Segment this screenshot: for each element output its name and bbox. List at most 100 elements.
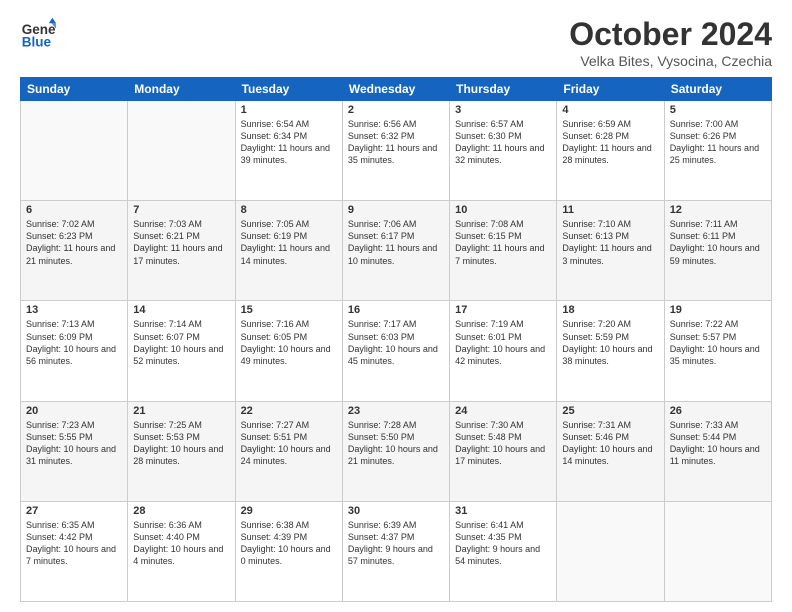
week-row-4: 20Sunrise: 7:23 AM Sunset: 5:55 PM Dayli… [21, 401, 772, 501]
day-info: Sunrise: 6:56 AM Sunset: 6:32 PM Dayligh… [348, 118, 444, 167]
day-info: Sunrise: 6:39 AM Sunset: 4:37 PM Dayligh… [348, 519, 444, 568]
day-number: 21 [133, 405, 229, 417]
calendar-cell: 27 Sunrise: 6:35 AM Sunset: 4:42 PM Dayli… [21, 501, 128, 601]
week-row-5: 27 Sunrise: 6:35 AM Sunset: 4:42 PM Dayli… [21, 501, 772, 601]
title-block: October 2024 Velka Bites, Vysocina, Czec… [569, 16, 772, 69]
day-info: Sunrise: 7:31 AM Sunset: 5:46 PM Dayligh… [562, 419, 658, 468]
header-sunday: Sunday [21, 78, 128, 101]
calendar-cell: 13 Sunrise: 7:13 AM Sunset: 6:09 PM Dayli… [21, 301, 128, 401]
day-number: 5 [670, 104, 766, 116]
calendar-cell: 23Sunrise: 7:28 AM Sunset: 5:50 PM Dayli… [342, 401, 449, 501]
day-number: 6 [26, 204, 122, 216]
location: Velka Bites, Vysocina, Czechia [569, 53, 772, 69]
day-number: 3 [455, 104, 551, 116]
calendar-cell: 11 Sunrise: 7:10 AM Sunset: 6:13 PM Dayli… [557, 201, 664, 301]
calendar-cell [664, 501, 771, 601]
calendar-cell: 9 Sunrise: 7:06 AM Sunset: 6:17 PM Daylig… [342, 201, 449, 301]
day-info: Sunrise: 7:22 AM Sunset: 5:57 PM Dayligh… [670, 318, 766, 367]
day-number: 17 [455, 304, 551, 316]
day-number: 15 [241, 304, 337, 316]
day-number: 11 [562, 204, 658, 216]
calendar-cell: 14 Sunrise: 7:14 AM Sunset: 6:07 PM Dayli… [128, 301, 235, 401]
day-info: Sunrise: 7:14 AM Sunset: 6:07 PM Dayligh… [133, 318, 229, 367]
day-info: Sunrise: 7:11 AM Sunset: 6:11 PM Dayligh… [670, 218, 766, 267]
day-number: 27 [26, 505, 122, 517]
calendar-cell: 1Sunrise: 6:54 AM Sunset: 6:34 PM Daylig… [235, 101, 342, 201]
calendar-cell: 20Sunrise: 7:23 AM Sunset: 5:55 PM Dayli… [21, 401, 128, 501]
calendar-cell: 12 Sunrise: 7:11 AM Sunset: 6:11 PM Dayli… [664, 201, 771, 301]
header-saturday: Saturday [664, 78, 771, 101]
logo: General Blue [20, 16, 56, 52]
header-wednesday: Wednesday [342, 78, 449, 101]
page: General Blue October 2024 Velka Bites, V… [0, 0, 792, 612]
day-number: 19 [670, 304, 766, 316]
day-number: 30 [348, 505, 444, 517]
week-row-1: 1Sunrise: 6:54 AM Sunset: 6:34 PM Daylig… [21, 101, 772, 201]
svg-text:Blue: Blue [22, 35, 52, 50]
day-number: 14 [133, 304, 229, 316]
header: General Blue October 2024 Velka Bites, V… [20, 16, 772, 69]
day-info: Sunrise: 6:57 AM Sunset: 6:30 PM Dayligh… [455, 118, 551, 167]
calendar-cell [21, 101, 128, 201]
day-info: Sunrise: 6:35 AM Sunset: 4:42 PM Dayligh… [26, 519, 122, 568]
day-info: Sunrise: 6:38 AM Sunset: 4:39 PM Dayligh… [241, 519, 337, 568]
day-number: 31 [455, 505, 551, 517]
calendar-cell [128, 101, 235, 201]
day-number: 22 [241, 405, 337, 417]
day-number: 16 [348, 304, 444, 316]
day-info: Sunrise: 7:03 AM Sunset: 6:21 PM Dayligh… [133, 218, 229, 267]
calendar-cell: 17 Sunrise: 7:19 AM Sunset: 6:01 PM Dayli… [450, 301, 557, 401]
header-tuesday: Tuesday [235, 78, 342, 101]
day-info: Sunrise: 7:06 AM Sunset: 6:17 PM Dayligh… [348, 218, 444, 267]
day-info: Sunrise: 7:13 AM Sunset: 6:09 PM Dayligh… [26, 318, 122, 367]
week-row-2: 6 Sunrise: 7:02 AM Sunset: 6:23 PM Daylig… [21, 201, 772, 301]
calendar-cell: 19 Sunrise: 7:22 AM Sunset: 5:57 PM Dayli… [664, 301, 771, 401]
calendar-cell: 26Sunrise: 7:33 AM Sunset: 5:44 PM Dayli… [664, 401, 771, 501]
calendar-cell: 30 Sunrise: 6:39 AM Sunset: 4:37 PM Dayli… [342, 501, 449, 601]
day-number: 9 [348, 204, 444, 216]
day-info: Sunrise: 6:54 AM Sunset: 6:34 PM Dayligh… [241, 118, 337, 167]
day-info: Sunrise: 7:02 AM Sunset: 6:23 PM Dayligh… [26, 218, 122, 267]
calendar-cell: 18 Sunrise: 7:20 AM Sunset: 5:59 PM Dayli… [557, 301, 664, 401]
day-info: Sunrise: 7:08 AM Sunset: 6:15 PM Dayligh… [455, 218, 551, 267]
calendar-cell: 10 Sunrise: 7:08 AM Sunset: 6:15 PM Dayli… [450, 201, 557, 301]
calendar-cell: 22 Sunrise: 7:27 AM Sunset: 5:51 PM Dayli… [235, 401, 342, 501]
day-number: 28 [133, 505, 229, 517]
day-number: 13 [26, 304, 122, 316]
month-title: October 2024 [569, 16, 772, 53]
day-number: 12 [670, 204, 766, 216]
calendar-cell: 2 Sunrise: 6:56 AM Sunset: 6:32 PM Daylig… [342, 101, 449, 201]
header-thursday: Thursday [450, 78, 557, 101]
day-number: 8 [241, 204, 337, 216]
day-number: 29 [241, 505, 337, 517]
header-friday: Friday [557, 78, 664, 101]
day-info: Sunrise: 7:27 AM Sunset: 5:51 PM Dayligh… [241, 419, 337, 468]
header-monday: Monday [128, 78, 235, 101]
day-info: Sunrise: 7:20 AM Sunset: 5:59 PM Dayligh… [562, 318, 658, 367]
calendar-cell: 3 Sunrise: 6:57 AM Sunset: 6:30 PM Daylig… [450, 101, 557, 201]
day-info: Sunrise: 7:23 AM Sunset: 5:55 PM Dayligh… [26, 419, 122, 468]
logo-icon: General Blue [20, 16, 56, 52]
calendar-cell [557, 501, 664, 601]
day-number: 25 [562, 405, 658, 417]
calendar-cell: 6 Sunrise: 7:02 AM Sunset: 6:23 PM Daylig… [21, 201, 128, 301]
day-number: 18 [562, 304, 658, 316]
calendar-cell: 5 Sunrise: 7:00 AM Sunset: 6:26 PM Daylig… [664, 101, 771, 201]
day-info: Sunrise: 7:10 AM Sunset: 6:13 PM Dayligh… [562, 218, 658, 267]
day-info: Sunrise: 7:05 AM Sunset: 6:19 PM Dayligh… [241, 218, 337, 267]
day-number: 7 [133, 204, 229, 216]
day-number: 2 [348, 104, 444, 116]
calendar-table: Sunday Monday Tuesday Wednesday Thursday… [20, 77, 772, 602]
calendar-cell: 7 Sunrise: 7:03 AM Sunset: 6:21 PM Daylig… [128, 201, 235, 301]
calendar-cell: 4Sunrise: 6:59 AM Sunset: 6:28 PM Daylig… [557, 101, 664, 201]
day-info: Sunrise: 7:25 AM Sunset: 5:53 PM Dayligh… [133, 419, 229, 468]
day-info: Sunrise: 7:33 AM Sunset: 5:44 PM Dayligh… [670, 419, 766, 468]
week-row-3: 13 Sunrise: 7:13 AM Sunset: 6:09 PM Dayli… [21, 301, 772, 401]
day-number: 4 [562, 104, 658, 116]
day-info: Sunrise: 6:41 AM Sunset: 4:35 PM Dayligh… [455, 519, 551, 568]
calendar-cell: 8 Sunrise: 7:05 AM Sunset: 6:19 PM Daylig… [235, 201, 342, 301]
day-number: 23 [348, 405, 444, 417]
day-number: 10 [455, 204, 551, 216]
day-info: Sunrise: 7:00 AM Sunset: 6:26 PM Dayligh… [670, 118, 766, 167]
day-info: Sunrise: 7:19 AM Sunset: 6:01 PM Dayligh… [455, 318, 551, 367]
